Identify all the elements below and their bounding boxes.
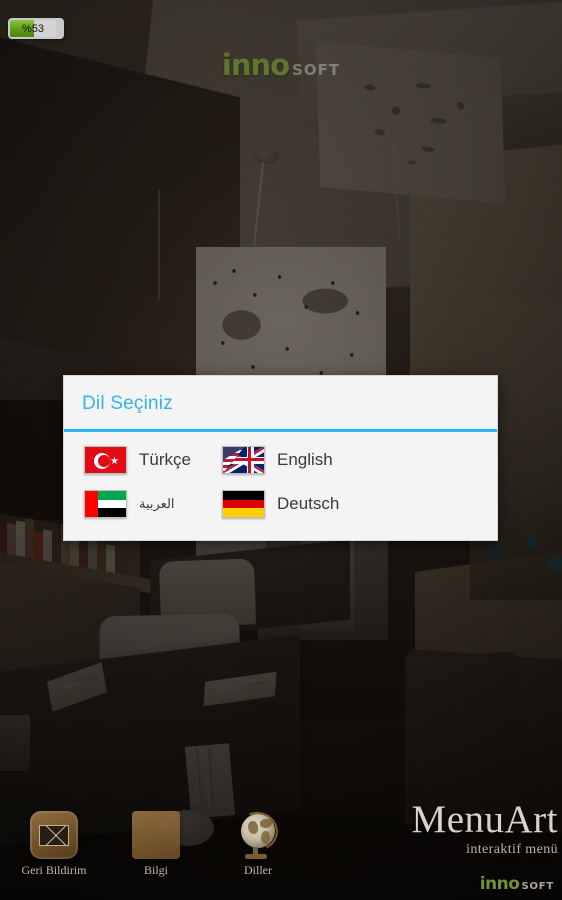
globe-icon <box>232 806 284 859</box>
brand-tagline: interaktif menü <box>466 842 558 857</box>
language-option-english[interactable]: English <box>212 438 350 482</box>
turkey-flag-icon: ★ <box>84 446 127 474</box>
dialog-header: Dil Seçiniz <box>64 376 497 429</box>
bottom-logo-primary: inno <box>479 874 520 894</box>
mail-icon <box>30 811 78 859</box>
top-innosoft-logo: inno SOFT <box>0 48 562 82</box>
english-flag-icon <box>222 446 265 474</box>
bottom-innosoft-logo: inno SOFT <box>480 874 554 894</box>
language-option-deutsch[interactable]: Deutsch <box>212 482 350 526</box>
battery-body: %53 <box>10 20 56 37</box>
germany-flag-icon <box>222 490 265 518</box>
top-logo-primary: inno <box>221 48 290 82</box>
language-label-deutsch: Deutsch <box>277 494 340 513</box>
language-list: ★ Türkçe English العربية Deutsch <box>64 432 497 540</box>
app-screen: %53 inno SOFT Dil Seçiniz ★ Türkçe Engli… <box>0 0 562 900</box>
bottom-logo-secondary: SOFT <box>521 881 554 892</box>
language-dialog: Dil Seçiniz ★ Türkçe English العربية Deu… <box>63 375 498 541</box>
battery-percent-label: %53 <box>21 22 45 35</box>
dialog-title: Dil Seçiniz <box>82 393 173 414</box>
language-option-turkce[interactable]: ★ Türkçe <box>74 438 212 482</box>
brand-name: MenuArt <box>411 798 558 841</box>
bottom-label-diller: Diller <box>244 863 272 877</box>
language-label-turkce: Türkçe <box>139 450 191 469</box>
menuart-branding: MenuArt interaktif menü <box>412 800 558 858</box>
battery-indicator: %53 <box>8 18 64 39</box>
language-option-arabic[interactable]: العربية <box>74 482 212 526</box>
bottom-item-geri-bildirim[interactable]: Geri Bildirim <box>18 811 90 878</box>
language-label-arabic: العربية <box>139 496 175 511</box>
bottom-label-geri-bildirim: Geri Bildirim <box>21 863 87 877</box>
battery-nub-icon <box>57 24 62 33</box>
bottom-item-bilgi[interactable]: Bilgi <box>120 811 192 878</box>
uae-flag-icon <box>84 490 127 518</box>
bottom-label-bilgi: Bilgi <box>143 863 168 877</box>
bottom-item-diller[interactable]: Diller <box>222 806 294 878</box>
picture-frame-icon <box>132 811 180 859</box>
top-logo-secondary: SOFT <box>292 61 341 79</box>
language-label-english: English <box>277 450 333 469</box>
